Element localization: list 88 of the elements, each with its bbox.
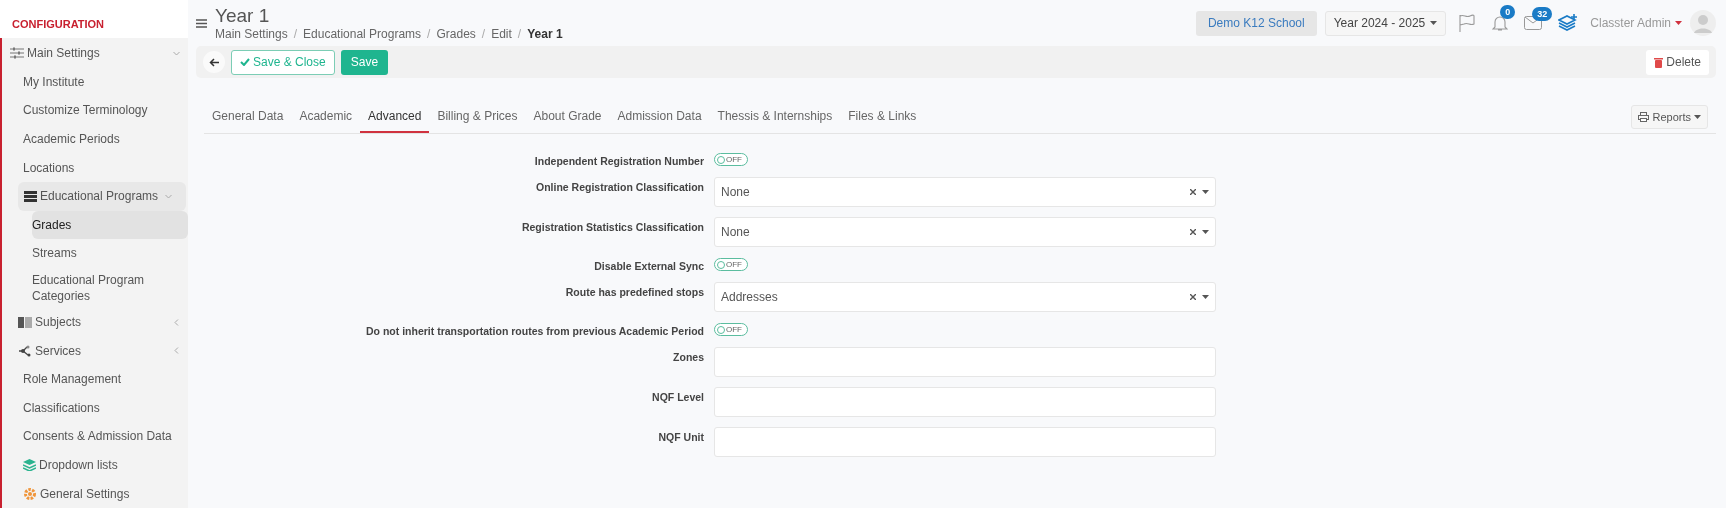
chevron-left-icon bbox=[173, 318, 180, 326]
sidebar-item[interactable]: Main Settings bbox=[10, 39, 188, 68]
field-label: Do not inherit transportation routes from previous Academic Period bbox=[365, 324, 704, 337]
breadcrumb-item[interactable]: Grades bbox=[436, 27, 476, 41]
sliders-icon bbox=[10, 47, 24, 60]
nodes-icon bbox=[18, 344, 32, 357]
book-icon bbox=[18, 316, 32, 328]
field-label: Registration Statistics Classification bbox=[520, 220, 704, 235]
breadcrumb-item[interactable]: Edit bbox=[491, 27, 512, 41]
check-icon bbox=[240, 58, 250, 66]
select-field[interactable]: None bbox=[714, 177, 1216, 207]
sidebar-item[interactable]: Services bbox=[18, 336, 188, 365]
chevron-down-icon bbox=[173, 49, 180, 57]
clear-icon[interactable] bbox=[1190, 229, 1196, 235]
sidebar-item[interactable]: Customize Terminology bbox=[23, 96, 188, 125]
breadcrumb-separator: / bbox=[481, 27, 486, 41]
layers-icon bbox=[23, 459, 36, 471]
sidebar-item[interactable]: Educational Program Categories bbox=[32, 267, 188, 308]
sidebar-item[interactable]: Streams bbox=[32, 239, 188, 268]
field-label: Route has predefined stops bbox=[564, 285, 704, 300]
trash-icon bbox=[1654, 56, 1664, 68]
sidebar-heading: CONFIGURATION bbox=[12, 18, 105, 30]
field-label: NQF Level bbox=[651, 390, 704, 405]
breadcrumb-separator: / bbox=[293, 27, 298, 41]
toggle-switch[interactable]: OFF bbox=[714, 153, 748, 166]
input-field[interactable] bbox=[714, 347, 1216, 377]
back-button[interactable] bbox=[203, 51, 225, 73]
field-label: Disable External Sync bbox=[593, 259, 704, 272]
select-field[interactable]: Addresses bbox=[714, 282, 1216, 312]
input-field[interactable] bbox=[714, 427, 1216, 457]
sidebar-item[interactable]: Educational Programs bbox=[18, 181, 186, 211]
printer-icon bbox=[1638, 112, 1650, 122]
sidebar-item[interactable]: Academic Periods bbox=[23, 124, 188, 154]
breadcrumb-separator: / bbox=[517, 27, 522, 41]
delete-button[interactable]: Delete bbox=[1646, 49, 1709, 75]
sidebar-item[interactable]: Grades bbox=[32, 210, 188, 240]
sidebar-item[interactable]: Locations bbox=[23, 153, 188, 182]
field-label: Zones bbox=[672, 350, 704, 365]
breadcrumb-item[interactable]: Main Settings bbox=[215, 27, 288, 41]
bell-icon[interactable] bbox=[1492, 14, 1509, 32]
sidebar-item[interactable]: Role Management bbox=[23, 364, 188, 394]
tab[interactable]: Advanced bbox=[360, 109, 430, 133]
flag-icon[interactable] bbox=[1458, 14, 1477, 32]
breadcrumb-item: Year 1 bbox=[527, 27, 563, 41]
page-title: Year 1 bbox=[215, 5, 271, 27]
caret-icon bbox=[1202, 230, 1209, 234]
field-label: Independent Registration Number bbox=[533, 154, 704, 167]
gear-icon bbox=[23, 486, 37, 501]
tab[interactable]: Thessis & Internships bbox=[709, 109, 841, 133]
year-dropdown[interactable]: Year 2024 - 2025 bbox=[1324, 10, 1447, 36]
school-button[interactable]: Demo K12 School bbox=[1195, 10, 1317, 36]
tab[interactable]: Files & Links bbox=[840, 109, 925, 133]
arrow-left-icon bbox=[209, 57, 219, 67]
sidebar-item[interactable]: Classifications bbox=[23, 393, 188, 423]
tab[interactable]: Academic bbox=[291, 109, 361, 133]
caret-icon bbox=[1430, 21, 1438, 25]
envelope-icon[interactable] bbox=[1524, 16, 1543, 30]
toggle-switch[interactable]: OFF bbox=[714, 258, 748, 271]
sidebar-item[interactable]: Subjects bbox=[18, 307, 188, 337]
sidebar-item[interactable]: Dropdown lists bbox=[23, 450, 188, 480]
sidebar-item[interactable]: Consents & Admission Data bbox=[23, 422, 188, 451]
chevron-left-icon bbox=[173, 347, 180, 355]
caret-icon bbox=[1202, 190, 1209, 194]
field-label: Online Registration Classification bbox=[534, 180, 704, 195]
input-field[interactable] bbox=[714, 387, 1216, 417]
field-label: NQF Unit bbox=[657, 430, 704, 445]
breadcrumb-item[interactable]: Educational Programs bbox=[303, 27, 422, 41]
tab[interactable]: Billing & Prices bbox=[429, 109, 526, 133]
sidebar-item[interactable]: My Institute bbox=[23, 67, 188, 97]
caret-icon bbox=[1202, 295, 1209, 299]
caret-icon bbox=[1694, 115, 1701, 119]
toggle-switch[interactable]: OFF bbox=[714, 323, 748, 336]
layers-plus-icon[interactable] bbox=[1558, 14, 1579, 32]
message-badge: 32 bbox=[1532, 7, 1553, 21]
server-icon bbox=[24, 190, 37, 202]
menu-icon[interactable] bbox=[196, 18, 207, 28]
caret-icon bbox=[1675, 21, 1682, 25]
select-field[interactable]: None bbox=[714, 217, 1216, 247]
reports-button[interactable]: Reports bbox=[1631, 105, 1708, 129]
tab[interactable]: About Grade bbox=[525, 109, 610, 133]
clear-icon[interactable] bbox=[1190, 294, 1196, 300]
breadcrumb-separator: / bbox=[427, 27, 431, 41]
chevron-down-icon bbox=[165, 192, 172, 200]
tab[interactable]: General Data bbox=[204, 109, 292, 133]
sidebar-item[interactable]: General Settings bbox=[23, 479, 188, 508]
tab[interactable]: Admission Data bbox=[609, 109, 710, 133]
clear-icon[interactable] bbox=[1190, 189, 1196, 195]
notification-badge: 0 bbox=[1500, 5, 1516, 19]
